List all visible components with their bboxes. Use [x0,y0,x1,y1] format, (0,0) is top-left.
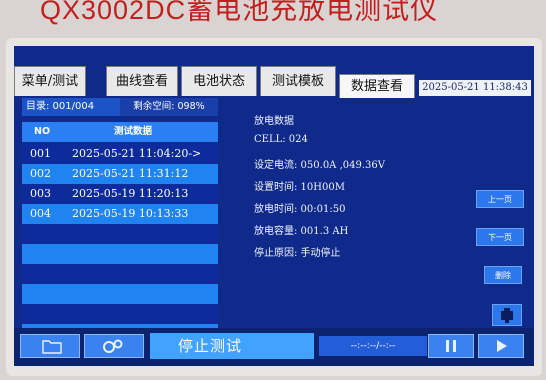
empty-row [22,284,218,304]
row-no: 002 [30,167,51,180]
row-datetime: 2025-05-19 10:13:33 [72,207,189,220]
tab-battery-status[interactable]: 电池状态 [181,66,257,96]
settings-button[interactable] [84,334,144,358]
directory-label: 目录: 001/004 [26,101,95,112]
device-title: QX3002DC蓄电池充放电测试仪 [40,0,439,25]
usb-icon [501,308,513,323]
empty-row [22,304,218,324]
tab-menu-test[interactable]: 菜单/测试 [14,66,86,96]
folder-button[interactable] [20,334,80,358]
play-icon [497,340,507,352]
tab-bar: 菜单/测试 曲线查看 电池状态 测试模板 数据查看 2025-05-21 11:… [14,46,534,98]
stop-test-button[interactable]: 停止测试 [150,333,314,359]
pause-button[interactable] [428,334,474,358]
remaining-space: 剩余空间: 098% [120,98,218,116]
prev-page-button[interactable]: 上一页 [476,190,524,208]
discharge-title: 放电数据 [254,116,294,127]
gear-icon [103,339,123,353]
stop-reason: 停止原因: 手动停止 [254,248,341,259]
set-current: 设定电流: 050.0A ,049.36V [254,160,385,171]
pause-icon [446,340,456,352]
cell-count: CELL: 024 [254,134,308,145]
discharge-info: 放电数据 CELL: 024 设定电流: 050.0A ,049.36V 设置时… [254,112,474,302]
row-datetime: 2025-05-21 11:04:20-> [72,147,202,160]
datetime: 2025-05-21 11:38:43 [419,80,531,96]
record-list-panel: 目录: 001/004 剩余空间: 098% NO 测试数据 001 2025-… [22,98,218,363]
col-no: NO [34,126,51,137]
usb-button[interactable] [492,304,522,326]
status-display: --:--:--/--:-- [319,336,427,356]
folder-icon [42,340,62,354]
discharge-time: 放电时间: 00:01:50 [254,204,346,215]
row-datetime: 2025-05-19 11:20:13 [72,187,189,200]
empty-row [22,224,218,244]
empty-row [22,244,218,264]
table-header: NO 测试数据 [22,122,218,142]
row-no: 003 [30,187,51,200]
table-row[interactable]: 001 2025-05-21 11:04:20-> [22,144,218,164]
delete-button[interactable]: 删除 [484,266,522,284]
row-datetime: 2025-05-21 11:31:12 [72,167,189,180]
col-test-data: 测试数据 [114,126,153,137]
row-no: 001 [30,147,51,160]
table-row[interactable]: 004 2025-05-19 10:13:33 [22,204,218,224]
next-page-button[interactable]: 下一页 [476,228,524,246]
table-row[interactable]: 003 2025-05-19 11:20:13 [22,184,218,204]
row-no: 004 [30,207,51,220]
bottom-bar: 停止测试 --:--:--/--:-- [14,328,534,366]
empty-row [22,264,218,284]
table-row[interactable]: 002 2025-05-21 11:31:12 [22,164,218,184]
tab-test-template[interactable]: 测试模板 [260,66,336,96]
tab-data-view[interactable]: 数据查看 [339,74,415,98]
discharge-capacity: 放电容量: 001.3 AH [254,226,349,237]
directory-bar: 目录: 001/004 剩余空间: 098% [22,98,218,116]
screen: 菜单/测试 曲线查看 电池状态 测试模板 数据查看 2025-05-21 11:… [14,46,534,366]
tab-curve-view[interactable]: 曲线查看 [106,66,178,96]
set-time: 设置时间: 10H00M [254,182,345,193]
play-button[interactable] [478,334,524,358]
